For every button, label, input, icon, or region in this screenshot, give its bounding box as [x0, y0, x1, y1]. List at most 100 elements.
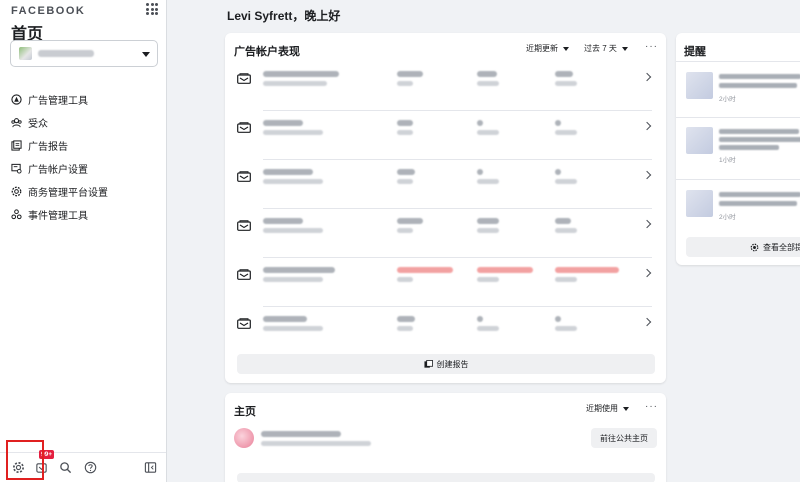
chevron-right-icon[interactable]: [642, 219, 652, 229]
metric-value-redacted: [477, 169, 483, 175]
see-all-reminders-button[interactable]: 查看全部提: [686, 237, 800, 257]
reminder-avatar: [686, 72, 713, 99]
page-avatar[interactable]: [234, 428, 254, 448]
ad-account-row[interactable]: [225, 208, 666, 258]
create-report-button[interactable]: 创建报告: [237, 354, 655, 374]
date-range-label: 过去 7 天: [584, 44, 617, 53]
spend-label-redacted: [397, 277, 413, 282]
ads-manager-icon: [11, 94, 22, 105]
create-report-label: 创建报告: [436, 359, 469, 369]
apps-grid-icon[interactable]: [146, 3, 158, 15]
help-icon[interactable]: [84, 461, 97, 474]
more-options-icon[interactable]: ···: [645, 401, 658, 412]
pages-card: 主页 近期使用 ··· 前往公共主页: [225, 393, 666, 482]
account-id-redacted: [263, 179, 323, 184]
report-icon: [423, 359, 433, 368]
ad-account-icon: [237, 220, 251, 231]
metric-label-redacted: [555, 179, 577, 184]
reminder-avatar: [686, 190, 713, 217]
spend-value-redacted: [397, 267, 453, 273]
go-to-page-label: 前往公共主页: [600, 433, 648, 443]
sidebar-nav: 广告管理工具 受众 广告报告 广告帐户设置 商务管理平台设置 事件管理工具: [0, 88, 166, 226]
chevron-right-icon[interactable]: [642, 72, 652, 82]
ad-account-row[interactable]: [225, 110, 666, 160]
account-name-redacted: [263, 267, 335, 273]
ad-account-settings-icon: [11, 163, 22, 174]
metric-label-redacted: [555, 130, 577, 135]
ad-account-row[interactable]: [225, 306, 666, 356]
sidebar-item-events-manager[interactable]: 事件管理工具: [0, 203, 166, 226]
sidebar-item-label: 广告报告: [28, 142, 68, 153]
sidebar-item-ad-account-settings[interactable]: 广告帐户设置: [0, 157, 166, 180]
ad-account-icon: [237, 318, 251, 329]
metric-value-redacted: [555, 267, 619, 273]
sidebar-item-label: 受众: [28, 119, 48, 130]
sidebar-item-label: 事件管理工具: [28, 211, 88, 222]
account-name-redacted: [263, 218, 303, 224]
spend-value-redacted: [397, 71, 423, 77]
spend-label-redacted: [397, 228, 413, 233]
more-options-icon[interactable]: ···: [645, 41, 658, 52]
divider: [676, 117, 800, 118]
collapse-sidebar-icon[interactable]: [144, 461, 157, 474]
account-id-redacted: [263, 228, 323, 233]
metric-value-redacted: [555, 316, 561, 322]
account-name-redacted: [263, 316, 307, 322]
reminder-item[interactable]: 2小时: [686, 190, 800, 230]
reminder-time: 2小时: [719, 96, 736, 103]
ad-account-row[interactable]: [225, 159, 666, 209]
account-name-redacted: [38, 50, 94, 57]
metric-label-redacted: [555, 81, 577, 86]
chevron-right-icon[interactable]: [642, 268, 652, 278]
pages-sort-dropdown[interactable]: 近期使用: [586, 403, 629, 414]
spend-value-redacted: [397, 218, 423, 224]
reminder-item[interactable]: 2小时: [686, 72, 800, 112]
chevron-right-icon[interactable]: [642, 317, 652, 327]
sidebar-item-ads-manager[interactable]: 广告管理工具: [0, 88, 166, 111]
ad-account-row[interactable]: [225, 257, 666, 307]
facebook-brand: FACEBOOK: [11, 5, 86, 17]
reminder-avatar: [686, 127, 713, 154]
account-id-redacted: [263, 277, 323, 282]
metric-value-redacted: [477, 316, 483, 322]
search-icon[interactable]: [59, 461, 72, 474]
sidebar-item-reports[interactable]: 广告报告: [0, 134, 166, 157]
page-name-redacted: [261, 431, 341, 437]
metric-label-redacted: [555, 326, 577, 331]
reminder-text-redacted: [719, 74, 800, 79]
reminder-text-redacted: [719, 83, 797, 88]
account-id-redacted: [263, 130, 323, 135]
reminder-item[interactable]: 1小时: [686, 127, 800, 167]
metric-value-redacted: [555, 120, 561, 126]
sidebar-item-audience[interactable]: 受众: [0, 111, 166, 134]
date-range-dropdown[interactable]: 过去 7 天: [584, 43, 628, 54]
account-selector[interactable]: [10, 40, 158, 67]
spend-label-redacted: [397, 179, 413, 184]
spend-value-redacted: [397, 169, 415, 175]
caret-down-icon: [142, 52, 150, 57]
card-title: 广告帐户表现: [234, 46, 300, 58]
go-to-page-button[interactable]: 前往公共主页: [591, 428, 657, 448]
pages-footer-button[interactable]: [237, 473, 655, 482]
account-avatar: [19, 47, 32, 60]
ad-performance-card: 广告帐户表现 近期更新 过去 7 天 ··· 创建报告: [225, 33, 666, 383]
metric-label-redacted: [477, 277, 499, 282]
ad-account-row[interactable]: [225, 61, 666, 111]
metric-label-redacted: [477, 130, 499, 135]
metric-label-redacted: [555, 277, 577, 282]
ad-account-icon: [237, 269, 251, 280]
account-id-redacted: [263, 81, 327, 86]
ad-account-icon: [237, 122, 251, 133]
sidebar-item-business-settings[interactable]: 商务管理平台设置: [0, 180, 166, 203]
reminders-card: 提醒 2小时 1小时 2小时 查看全部提: [676, 33, 800, 265]
metric-label-redacted: [555, 228, 577, 233]
account-name-redacted: [263, 169, 313, 175]
sort-dropdown[interactable]: 近期更新: [526, 43, 569, 54]
caret-down-icon: [621, 46, 628, 51]
divider: [676, 179, 800, 180]
reminder-text-redacted: [719, 201, 797, 206]
chevron-right-icon[interactable]: [642, 170, 652, 180]
metric-value-redacted: [555, 218, 571, 224]
spend-label-redacted: [397, 130, 413, 135]
chevron-right-icon[interactable]: [642, 121, 652, 131]
